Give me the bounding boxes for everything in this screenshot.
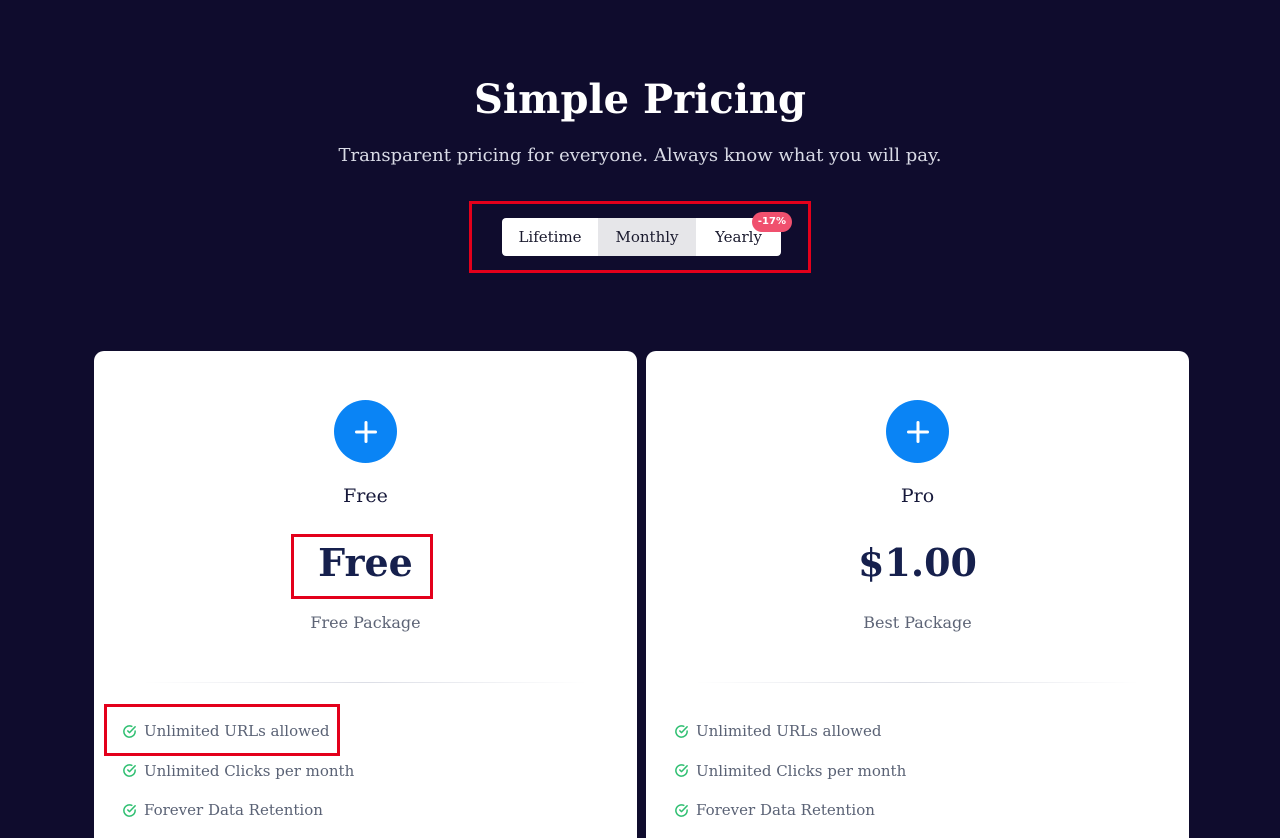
feature-item: Unlimited URLs allowed — [674, 719, 906, 743]
plan-description: Free Package — [310, 613, 421, 632]
plan-name: Free — [343, 485, 388, 507]
feature-text: Unlimited URLs allowed — [696, 722, 882, 740]
check-circle-icon — [675, 803, 688, 817]
feature-text: Unlimited Clicks per month — [696, 761, 907, 780]
check-circle-icon — [123, 764, 136, 777]
divider — [696, 682, 1139, 683]
check-circle-icon — [123, 803, 136, 817]
check-circle-icon — [675, 764, 688, 777]
feature-item: Forever Data Retention — [122, 798, 354, 822]
plan-card-pro: Pro $1.00 Best Package Unlimited URLs al… — [646, 351, 1189, 838]
feature-item: Unlimited Clicks per month — [122, 759, 354, 783]
check-circle-icon — [675, 724, 688, 738]
plus-icon — [334, 400, 397, 463]
feature-text: Unlimited Clicks per month — [144, 761, 355, 780]
plan-description: Best Package — [863, 613, 972, 632]
plan-price: $1.00 — [858, 540, 977, 585]
highlight-box-price — [291, 534, 433, 599]
divider — [144, 682, 587, 683]
feature-text: Forever Data Retention — [144, 801, 323, 819]
pricing-page: Simple Pricing Transparent pricing for e… — [0, 0, 1280, 838]
plus-icon — [886, 400, 949, 463]
plan-name: Pro — [900, 485, 935, 507]
feature-item: Unlimited Clicks per month — [674, 759, 906, 783]
feature-text: Forever Data Retention — [696, 801, 875, 819]
feature-item: Forever Data Retention — [674, 798, 906, 822]
page-title: Simple Pricing — [474, 76, 806, 123]
feature-list: Unlimited URLs allowed Unlimited Clicks … — [674, 719, 906, 838]
page-subtitle: Transparent pricing for everyone. Always… — [338, 145, 942, 166]
highlight-box-toggle — [469, 201, 811, 273]
highlight-box-feature — [104, 704, 340, 756]
